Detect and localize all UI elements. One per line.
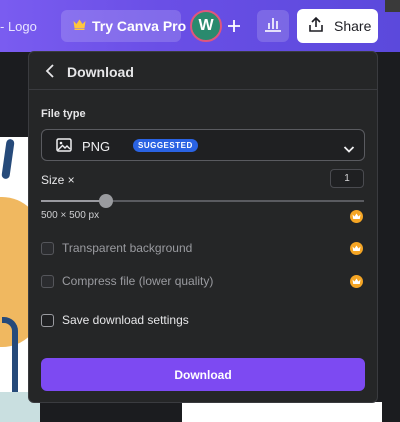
bar-chart-icon <box>264 16 282 37</box>
size-slider-thumb[interactable] <box>98 194 113 208</box>
crown-icon <box>73 19 86 33</box>
insights-button[interactable] <box>257 10 289 42</box>
save-download-settings-option[interactable]: Save download settings <box>41 312 365 328</box>
save-download-settings-checkbox[interactable] <box>41 314 54 327</box>
crown-icon <box>350 242 363 255</box>
chevron-left-icon[interactable] <box>41 62 59 80</box>
size-input[interactable]: 1 <box>330 169 364 188</box>
size-label: Size × <box>41 173 75 187</box>
transparent-background-checkbox[interactable] <box>41 242 54 255</box>
image-icon <box>56 138 72 152</box>
dimensions-text: 500 × 500 px <box>41 210 100 221</box>
file-type-label: File type <box>41 108 86 120</box>
download-dialog: Download File type PNG SUGGESTED Size × … <box>28 51 378 403</box>
transparent-background-option[interactable]: Transparent background <box>41 240 365 256</box>
download-button[interactable]: Download <box>41 358 365 391</box>
share-upload-icon <box>307 16 325 37</box>
file-type-value: PNG <box>82 139 111 154</box>
share-button[interactable]: Share <box>297 9 378 43</box>
art-stroke <box>1 138 15 180</box>
chevron-down-icon <box>343 141 355 153</box>
suggested-badge: SUGGESTED <box>133 139 198 152</box>
option-label: Transparent background <box>62 241 193 255</box>
top-bar: - Logo Try Canva Pro W Share <box>0 0 400 52</box>
dialog-header: Download <box>29 52 377 90</box>
file-type-select[interactable]: PNG SUGGESTED <box>41 129 365 161</box>
try-canva-pro-button[interactable]: Try Canva Pro <box>61 10 186 42</box>
option-label: Save download settings <box>62 313 189 327</box>
try-canva-pro-label: Try Canva Pro <box>92 18 187 34</box>
dialog-title: Download <box>67 64 134 80</box>
background-panel <box>182 402 382 422</box>
plus-icon[interactable] <box>222 14 246 38</box>
size-slider-fill <box>41 200 106 202</box>
option-label: Compress file (lower quality) <box>62 274 214 288</box>
edge-fragment <box>385 0 400 12</box>
avatar[interactable]: W <box>190 10 222 42</box>
share-label: Share <box>334 18 372 34</box>
crown-icon <box>350 275 363 288</box>
compress-file-option[interactable]: Compress file (lower quality) <box>41 273 365 289</box>
document-title[interactable]: - Logo <box>0 19 37 34</box>
compress-file-checkbox[interactable] <box>41 275 54 288</box>
crown-icon <box>350 210 363 223</box>
